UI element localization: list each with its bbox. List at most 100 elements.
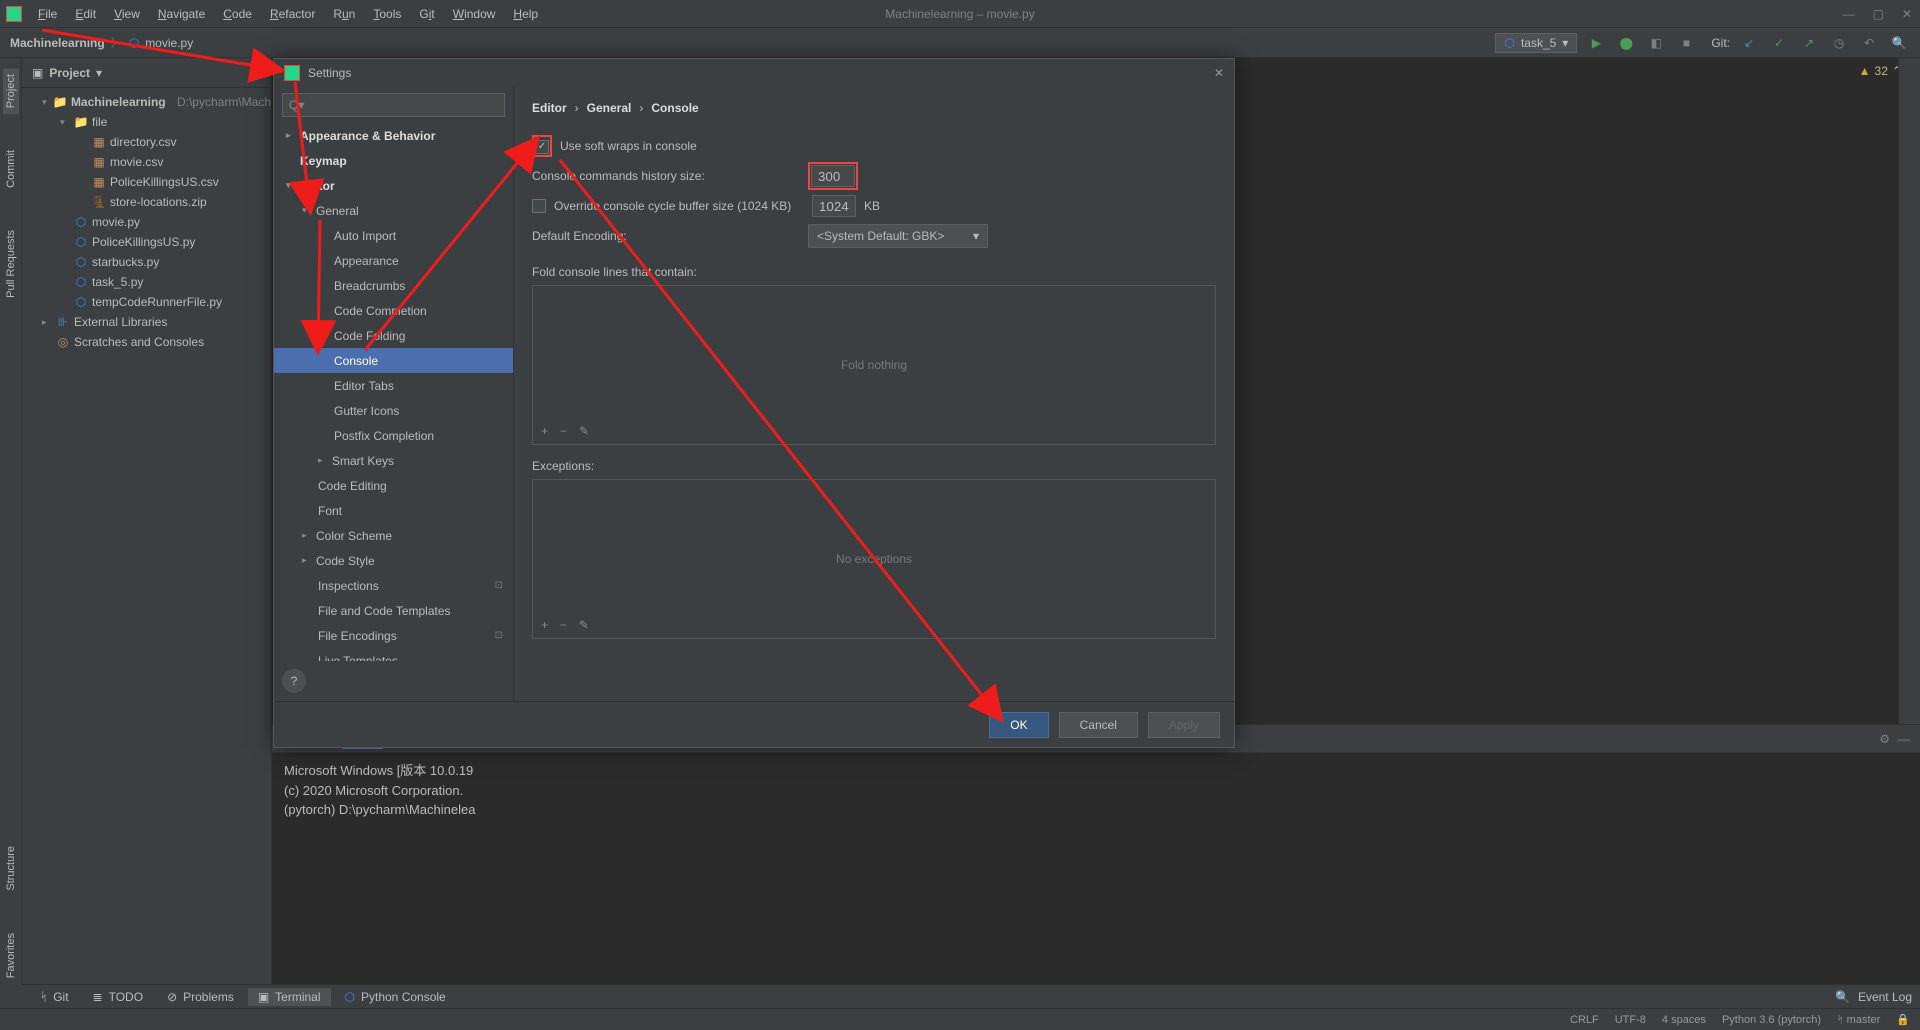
tool-tab-favorites[interactable]: Favorites: [3, 927, 19, 984]
close-icon[interactable]: ✕: [1902, 7, 1912, 21]
crumb-file[interactable]: movie.py: [145, 36, 193, 50]
nav-keymap[interactable]: Keymap: [274, 148, 513, 173]
nav-color-scheme[interactable]: ▸Color Scheme: [274, 523, 513, 548]
status-lineend[interactable]: CRLF: [1570, 1014, 1599, 1026]
input-buffer-size[interactable]: [812, 195, 856, 217]
minimize-icon[interactable]: —: [1843, 7, 1855, 21]
add-icon[interactable]: +: [541, 618, 548, 632]
terminal-body[interactable]: Microsoft Windows [版本 10.0.19 (c) 2020 M…: [272, 753, 1920, 984]
tool-tab-project[interactable]: Project: [3, 68, 19, 114]
status-indent[interactable]: 4 spaces: [1662, 1014, 1706, 1026]
remove-icon[interactable]: −: [560, 618, 567, 632]
nav-inspections[interactable]: Inspections⊡: [274, 573, 513, 598]
nav-code-editing[interactable]: Code Editing: [274, 473, 513, 498]
nav-general[interactable]: ▾General: [274, 198, 513, 223]
edit-icon[interactable]: ✎: [579, 618, 589, 632]
chevron-down-icon[interactable]: ▾: [96, 66, 102, 80]
tool-tab-commit[interactable]: Commit: [3, 144, 19, 194]
nav-gutter-icons[interactable]: Gutter Icons: [274, 398, 513, 423]
push-icon[interactable]: ↗: [1798, 32, 1820, 54]
stop-icon[interactable]: ■: [1675, 32, 1697, 54]
crumb-project[interactable]: Machinelearning: [10, 36, 105, 50]
nav-console[interactable]: Console: [274, 348, 513, 373]
search-icon[interactable]: 🔍: [1888, 32, 1910, 54]
nav-appearance[interactable]: ▸Appearance & Behavior: [274, 123, 513, 148]
tool-tab-structure[interactable]: Structure: [3, 840, 19, 897]
tab-git[interactable]: ᛋGit: [30, 988, 79, 1006]
add-icon[interactable]: +: [541, 424, 548, 438]
checkbox-override-buffer[interactable]: [532, 199, 546, 213]
branch-icon: ᛋ: [1837, 1014, 1844, 1026]
tab-eventlog[interactable]: Event Log: [1858, 990, 1912, 1004]
chevron-down-icon: ▾: [973, 229, 979, 243]
panel-title: Project: [49, 66, 90, 80]
nav-auto-import[interactable]: Auto Import: [274, 223, 513, 248]
tab-pyconsole[interactable]: ⬡Python Console: [335, 988, 456, 1006]
menu-run[interactable]: Run: [325, 3, 363, 25]
update-icon[interactable]: ↙: [1738, 32, 1760, 54]
fold-list[interactable]: Fold nothing + − ✎: [532, 285, 1216, 445]
nav-file-encodings[interactable]: File Encodings⊡: [274, 623, 513, 648]
lock-icon[interactable]: 🔒: [1896, 1013, 1910, 1026]
exceptions-list[interactable]: No exceptions + − ✎: [532, 479, 1216, 639]
status-encoding[interactable]: UTF-8: [1615, 1014, 1646, 1026]
titlebar: File Edit View Navigate Code Refactor Ru…: [0, 0, 1920, 28]
label-history: Console commands history size:: [532, 169, 800, 183]
menu-git[interactable]: Git: [411, 3, 442, 25]
status-interpreter[interactable]: Python 3.6 (pytorch): [1722, 1014, 1821, 1026]
gear-icon[interactable]: ⚙: [1879, 732, 1890, 746]
status-branch[interactable]: ᛋ master: [1837, 1014, 1880, 1026]
menu-edit[interactable]: Edit: [67, 3, 104, 25]
nav-font[interactable]: Font: [274, 498, 513, 523]
maximize-icon[interactable]: ▢: [1873, 7, 1884, 21]
menu-code[interactable]: Code: [215, 3, 260, 25]
nav-postfix[interactable]: Postfix Completion: [274, 423, 513, 448]
menu-view[interactable]: View: [106, 3, 148, 25]
history-icon[interactable]: ◷: [1828, 32, 1850, 54]
edit-icon[interactable]: ✎: [579, 424, 589, 438]
menu-tools[interactable]: Tools: [365, 3, 409, 25]
input-history-size[interactable]: [811, 165, 855, 187]
nav-code-folding[interactable]: Code Folding: [274, 323, 513, 348]
hide-icon[interactable]: —: [1898, 732, 1910, 746]
menu-navigate[interactable]: Navigate: [150, 3, 213, 25]
cancel-button[interactable]: Cancel: [1059, 712, 1138, 738]
nav-live-templates[interactable]: Live Templates: [274, 648, 513, 661]
run-config-dropdown[interactable]: ⬡ task_5 ▾: [1495, 33, 1577, 53]
project-tree[interactable]: ▾📁Machinelearning D:\pycharm\Mach ▾📁file…: [22, 88, 271, 984]
rollback-icon[interactable]: ↶: [1858, 32, 1880, 54]
label-exceptions: Exceptions:: [532, 459, 1216, 473]
tab-terminal[interactable]: ▣Terminal: [248, 988, 331, 1006]
nav-smart-keys[interactable]: ▸Smart Keys: [274, 448, 513, 473]
ok-button[interactable]: OK: [989, 712, 1048, 738]
debug-icon[interactable]: ⬤: [1615, 32, 1637, 54]
menu-help[interactable]: Help: [505, 3, 546, 25]
nav-code-style[interactable]: ▸Code Style: [274, 548, 513, 573]
settings-dialog: Settings ✕ Q▾ ▸Appearance & Behavior Key…: [273, 58, 1235, 748]
nav-appearance2[interactable]: Appearance: [274, 248, 513, 273]
nav-editor[interactable]: ▾Editor: [274, 173, 513, 198]
select-encoding[interactable]: <System Default: GBK>▾: [808, 224, 988, 248]
commit-icon[interactable]: ✓: [1768, 32, 1790, 54]
dialog-close-icon[interactable]: ✕: [1214, 66, 1224, 80]
menu-window[interactable]: Window: [445, 3, 504, 25]
settings-search-input[interactable]: Q▾: [282, 93, 505, 117]
dialog-title: Settings: [308, 66, 351, 80]
nav-editor-tabs[interactable]: Editor Tabs: [274, 373, 513, 398]
run-icon[interactable]: ▶: [1585, 32, 1607, 54]
checkbox-softwrap[interactable]: [535, 140, 549, 154]
tab-problems[interactable]: ⊘Problems: [157, 988, 244, 1006]
apply-button[interactable]: Apply: [1148, 712, 1220, 738]
nav-breadcrumbs[interactable]: Breadcrumbs: [274, 273, 513, 298]
remove-icon[interactable]: −: [560, 424, 567, 438]
help-button[interactable]: ?: [282, 669, 306, 693]
tool-tab-pullrequests[interactable]: Pull Requests: [3, 224, 19, 304]
tab-todo[interactable]: ≣TODO: [83, 988, 154, 1006]
nav-code-completion[interactable]: Code Completion: [274, 298, 513, 323]
nav-file-templates[interactable]: File and Code Templates: [274, 598, 513, 623]
menu-file[interactable]: File: [30, 3, 65, 25]
menu-refactor[interactable]: Refactor: [262, 3, 323, 25]
coverage-icon[interactable]: ◧: [1645, 32, 1667, 54]
python-icon: ⬡: [1504, 36, 1514, 50]
warning-count[interactable]: 32: [1875, 64, 1888, 78]
